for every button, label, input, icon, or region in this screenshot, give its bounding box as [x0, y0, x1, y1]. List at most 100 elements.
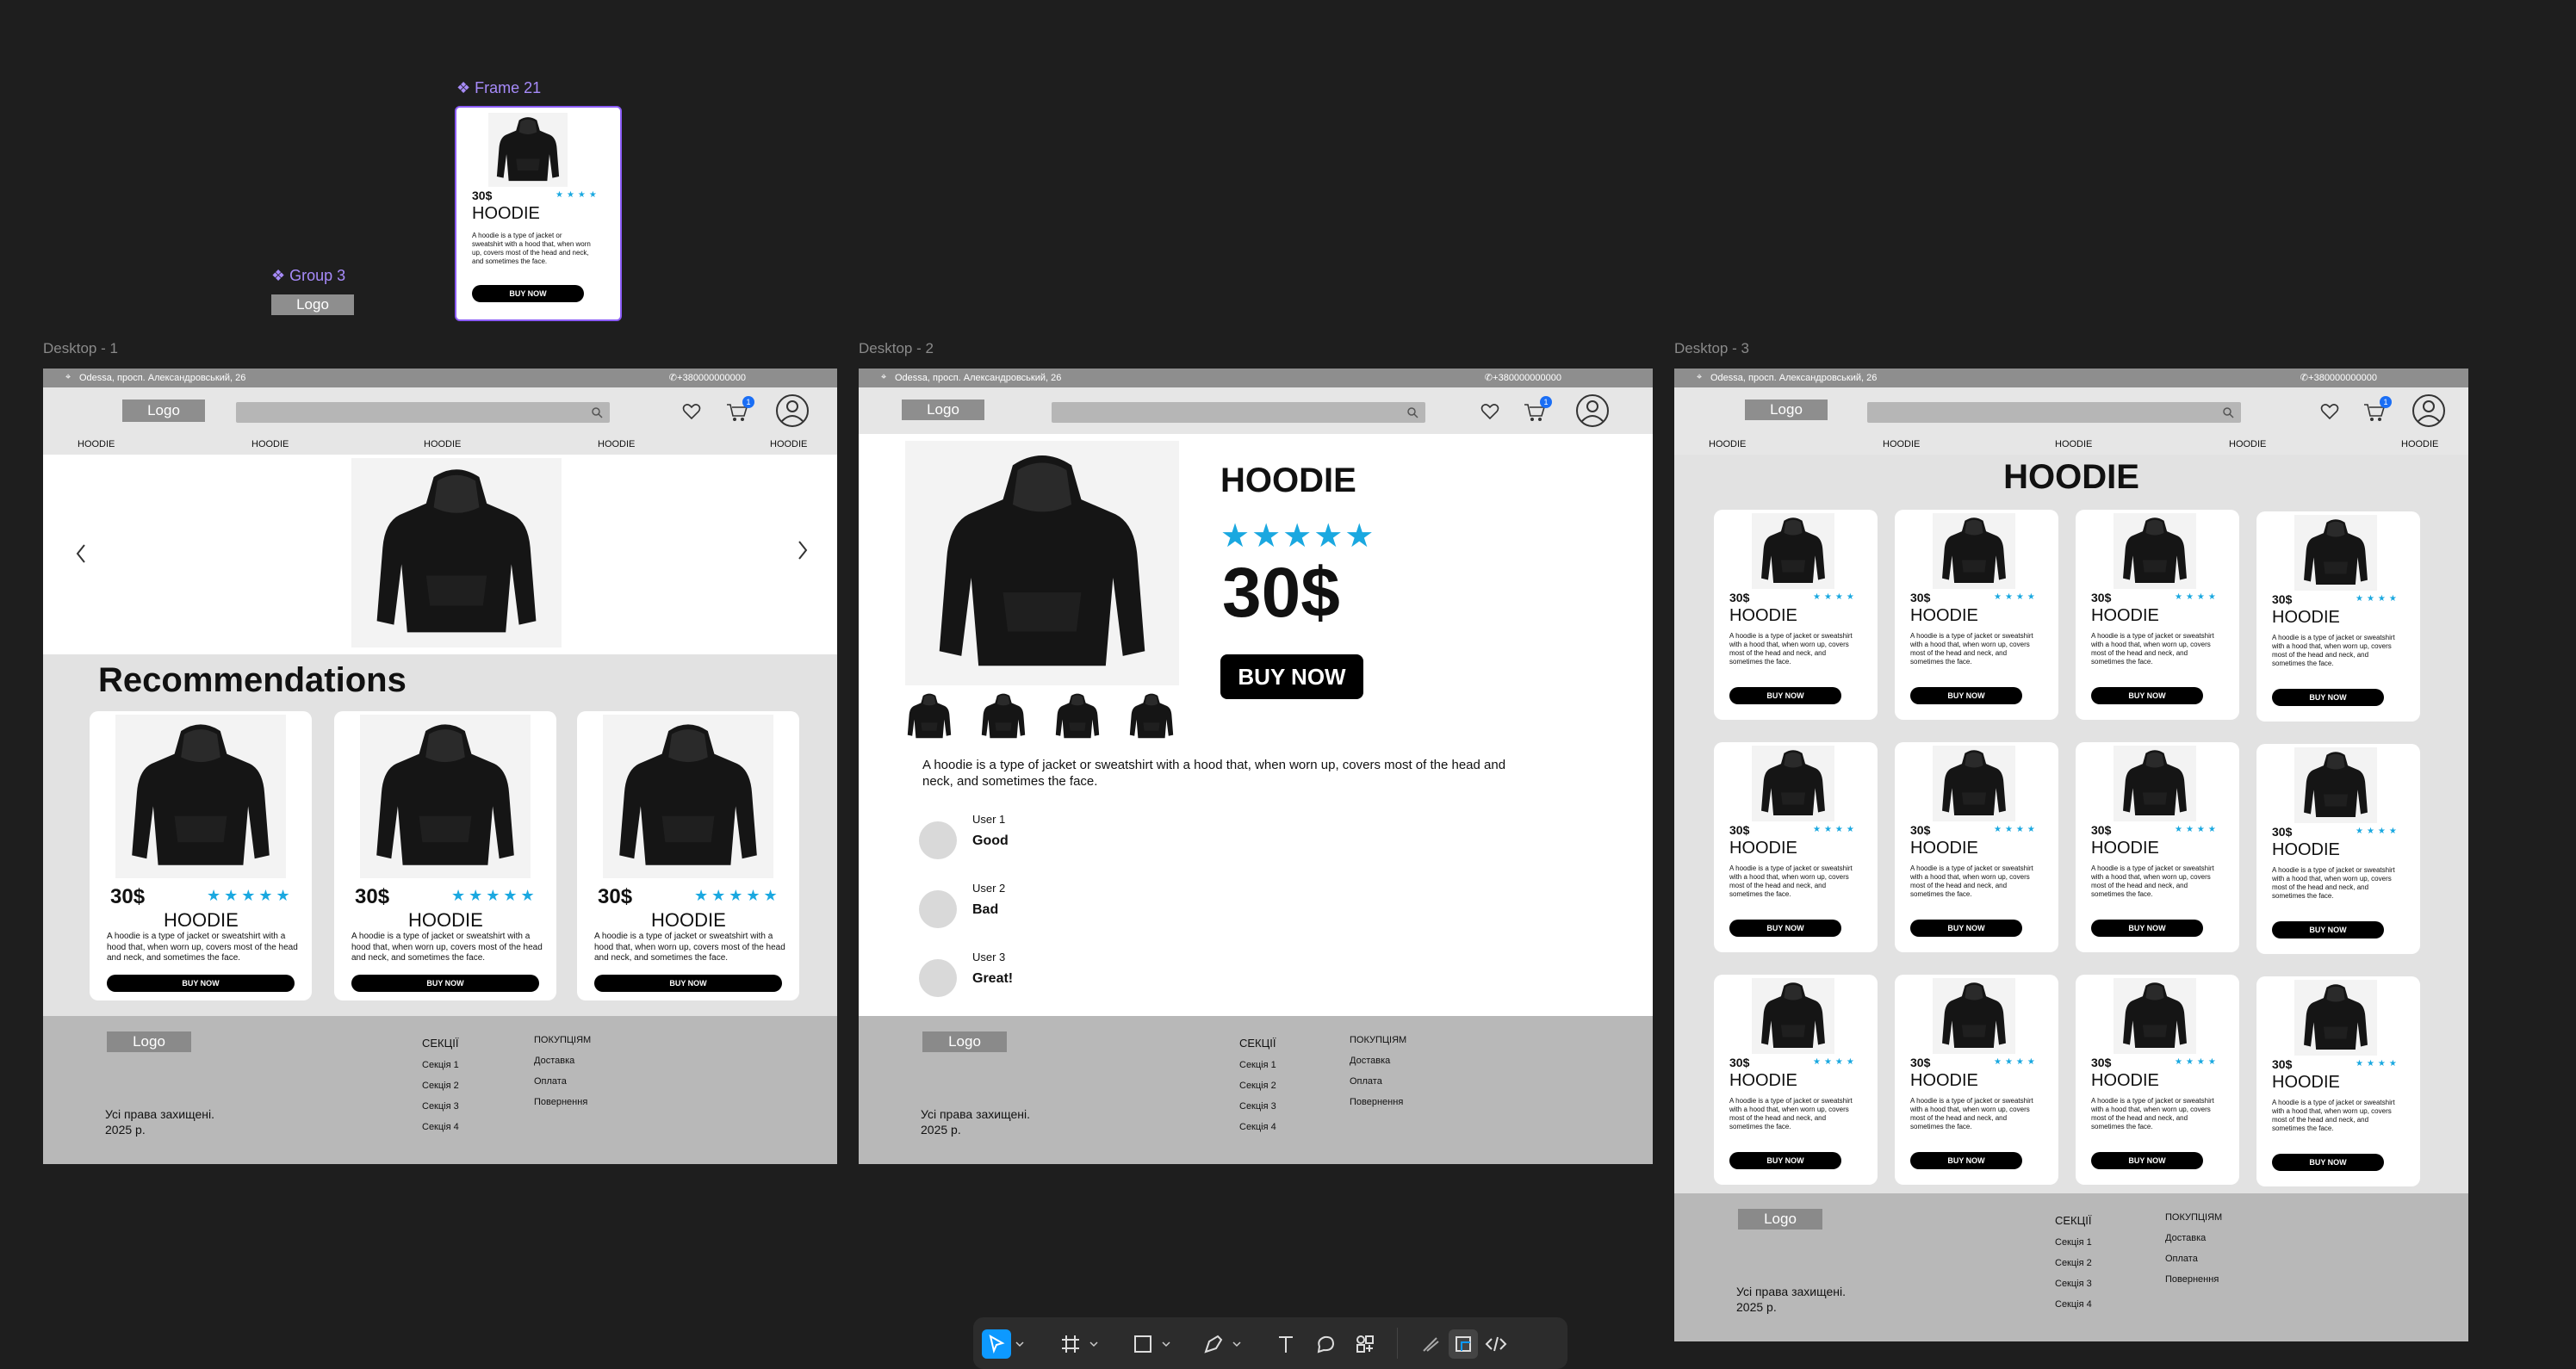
- footer-logo[interactable]: Logo: [1738, 1209, 1822, 1230]
- buy-now-button[interactable]: BUY NOW: [2272, 1154, 2384, 1171]
- footer-logo[interactable]: Logo: [107, 1031, 191, 1052]
- nav-item[interactable]: HOODIE: [1883, 439, 1920, 449]
- logo[interactable]: Logo: [122, 400, 205, 422]
- search-input[interactable]: [1867, 402, 2241, 423]
- nav-item[interactable]: HOODIE: [2401, 439, 2438, 449]
- footer-link[interactable]: Повернення: [1350, 1097, 1406, 1107]
- product-card[interactable]: 30$ ★★★★ HOODIE A hoodie is a type of jacke…: [1895, 975, 2058, 1185]
- frame-tool-icon[interactable]: [1056, 1329, 1085, 1359]
- heart-icon[interactable]: [1480, 403, 1499, 420]
- product-card[interactable]: 30$ ★★★★★ HOODIE A hoodie is a type of j…: [334, 711, 556, 1000]
- footer-link[interactable]: Доставка: [2165, 1233, 2222, 1243]
- buy-now-button[interactable]: BUY NOW: [1910, 687, 2022, 704]
- chevron-down-icon[interactable]: [1230, 1329, 1244, 1359]
- product-thumbnail[interactable]: [1052, 691, 1103, 742]
- pen-tool-icon[interactable]: [1199, 1329, 1228, 1359]
- buy-now-button[interactable]: BUY NOW: [472, 285, 584, 302]
- dev-mode-icon[interactable]: [1481, 1329, 1511, 1359]
- footer-logo[interactable]: Logo: [922, 1031, 1007, 1052]
- footer-link[interactable]: Оплата: [1350, 1076, 1406, 1087]
- group3-label[interactable]: ❖ Group 3: [271, 267, 345, 285]
- footer-link[interactable]: Оплата: [2165, 1254, 2222, 1264]
- buy-now-button[interactable]: BUY NOW: [1729, 920, 1841, 937]
- product-card[interactable]: 30$ ★★★★ HOODIE A hoodie is a type of jacke…: [2076, 975, 2239, 1185]
- buy-now-button[interactable]: BUY NOW: [1729, 1152, 1841, 1169]
- footer-link[interactable]: Доставка: [1350, 1056, 1406, 1066]
- nav-item[interactable]: HOODIE: [2055, 439, 2092, 449]
- user-avatar-icon[interactable]: [2412, 393, 2446, 428]
- frame21-label[interactable]: ❖ Frame 21: [456, 79, 541, 97]
- product-card[interactable]: 30$ ★★★★ HOODIE A hoodie is a type of jacke…: [2256, 511, 2420, 722]
- footer-link[interactable]: Секція 1: [1239, 1060, 1276, 1070]
- actions-tool-icon[interactable]: [1350, 1329, 1380, 1359]
- product-card[interactable]: 30$ ★★★★ HOODIE A hoodie is a type of jacke…: [1714, 975, 1878, 1185]
- logo[interactable]: Logo: [1745, 400, 1828, 420]
- nav-item[interactable]: HOODIE: [2229, 439, 2266, 449]
- product-thumbnail[interactable]: [978, 691, 1029, 742]
- desktop1-label[interactable]: Desktop - 1: [43, 340, 118, 357]
- desktop3-label[interactable]: Desktop - 3: [1674, 340, 1749, 357]
- footer-link[interactable]: Секція 3: [1239, 1101, 1276, 1112]
- chevron-down-icon[interactable]: [1087, 1329, 1101, 1359]
- nav-item[interactable]: HOODIE: [598, 439, 635, 449]
- user-avatar-icon[interactable]: [775, 393, 810, 428]
- chevron-down-icon[interactable]: [1013, 1329, 1027, 1359]
- design-mode-icon[interactable]: [1449, 1329, 1478, 1359]
- logo[interactable]: Logo: [902, 400, 984, 420]
- buy-now-button[interactable]: BUY NOW: [594, 975, 782, 992]
- footer-link[interactable]: Секція 4: [1239, 1122, 1276, 1132]
- product-card[interactable]: 30$ ★★★★ HOODIE A hoodie is a type of jacke…: [1714, 742, 1878, 952]
- product-thumbnail[interactable]: [1126, 691, 1177, 742]
- footer-link[interactable]: Секція 2: [422, 1081, 459, 1091]
- nav-item[interactable]: HOODIE: [251, 439, 289, 449]
- comment-tool-icon[interactable]: [1311, 1329, 1340, 1359]
- product-card[interactable]: 30$ ★★★★ HOODIE A hoodie is a type of jacke…: [1895, 510, 2058, 720]
- product-card[interactable]: 30$ ★★★★ HOODIE A hoodie is a type of jacke…: [2076, 742, 2239, 952]
- footer-link[interactable]: Секція 2: [2055, 1258, 2092, 1268]
- user-avatar-icon[interactable]: [1575, 393, 1610, 428]
- text-tool-icon[interactable]: [1271, 1329, 1300, 1359]
- nav-item[interactable]: HOODIE: [1709, 439, 1746, 449]
- move-tool-icon[interactable]: [982, 1329, 1011, 1359]
- chevron-right-icon[interactable]: [796, 539, 810, 561]
- footer-link[interactable]: Секція 3: [2055, 1279, 2092, 1289]
- buy-now-button[interactable]: BUY NOW: [2091, 920, 2203, 937]
- buy-now-button[interactable]: BUY NOW: [351, 975, 539, 992]
- footer-link[interactable]: Секція 1: [2055, 1237, 2092, 1248]
- nav-item[interactable]: HOODIE: [770, 439, 807, 449]
- footer-link[interactable]: Секція 2: [1239, 1081, 1276, 1091]
- product-card[interactable]: 30$ ★★★★ HOODIE A hoodie is a type of jacke…: [1714, 510, 1878, 720]
- desktop2-label[interactable]: Desktop - 2: [859, 340, 934, 357]
- search-input[interactable]: [1052, 402, 1425, 423]
- rectangle-tool-icon[interactable]: [1128, 1329, 1158, 1359]
- buy-now-button[interactable]: BUY NOW: [2272, 921, 2384, 938]
- buy-now-button[interactable]: BUY NOW: [1910, 920, 2022, 937]
- frame21-card[interactable]: 30$ ★★★★ HOODIE A hoodie is a type of ja…: [455, 106, 622, 321]
- buy-now-button[interactable]: BUY NOW: [2272, 689, 2384, 706]
- product-card[interactable]: 30$ ★★★★ HOODIE A hoodie is a type of jacke…: [2256, 744, 2420, 954]
- product-thumbnail[interactable]: [903, 691, 955, 742]
- draw-mode-icon[interactable]: [1416, 1329, 1445, 1359]
- product-card[interactable]: 30$ ★★★★★ HOODIE A hoodie is a type of j…: [577, 711, 799, 1000]
- heart-icon[interactable]: [2320, 403, 2339, 420]
- buy-now-button[interactable]: BUY NOW: [2091, 687, 2203, 704]
- buy-now-button[interactable]: BUY NOW: [1910, 1152, 2022, 1169]
- footer-link[interactable]: Доставка: [534, 1056, 591, 1066]
- footer-link[interactable]: Повернення: [2165, 1274, 2222, 1285]
- product-card[interactable]: 30$ ★★★★ HOODIE A hoodie is a type of jacke…: [2076, 510, 2239, 720]
- footer-link[interactable]: Секція 1: [422, 1060, 459, 1070]
- nav-item[interactable]: HOODIE: [424, 439, 461, 449]
- buy-now-button[interactable]: BUY NOW: [1729, 687, 1841, 704]
- footer-link[interactable]: Повернення: [534, 1097, 591, 1107]
- footer-link[interactable]: Оплата: [534, 1076, 591, 1087]
- chevron-down-icon[interactable]: [1159, 1329, 1173, 1359]
- product-card[interactable]: 30$ ★★★★ HOODIE A hoodie is a type of jacke…: [1895, 742, 2058, 952]
- nav-item[interactable]: HOODIE: [78, 439, 115, 449]
- search-input[interactable]: [236, 402, 610, 423]
- product-card[interactable]: 30$ ★★★★ HOODIE A hoodie is a type of jacke…: [2256, 976, 2420, 1186]
- heart-icon[interactable]: [682, 403, 701, 420]
- footer-link[interactable]: Секція 3: [422, 1101, 459, 1112]
- buy-now-button[interactable]: BUY NOW: [2091, 1152, 2203, 1169]
- product-card[interactable]: 30$ ★★★★★ HOODIE A hoodie is a type of j…: [90, 711, 312, 1000]
- footer-link[interactable]: Секція 4: [422, 1122, 459, 1132]
